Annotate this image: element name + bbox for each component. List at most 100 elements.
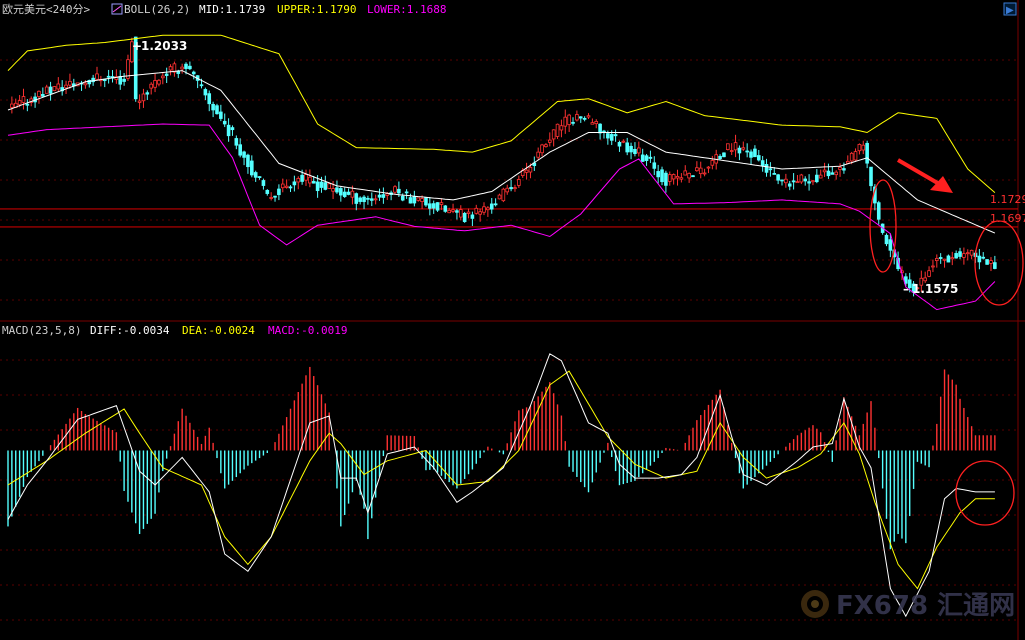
watermark-text: FX678 汇通网 [836,591,1015,621]
candle-body [319,181,324,188]
candle-body [640,154,645,162]
forex-chart: + 1.2033 – 1.1575 1.1729 1.1697 ▶ 欧元美元<2… [0,0,1025,640]
candle-body [513,187,517,190]
candle-body [675,176,680,179]
candle-body [160,75,165,79]
candle-body [795,181,800,184]
candle-body [408,197,413,204]
candle-body [199,84,204,87]
candle-body [354,193,359,204]
candle-body [102,79,107,82]
candle-body [118,76,123,85]
candle-body [969,249,974,256]
candle-body [327,183,332,189]
candle-body [21,96,26,103]
candle-body [141,93,146,102]
candle-body [10,103,14,108]
candle-body [818,174,823,179]
candle-body [594,121,599,125]
candle-body [726,143,730,150]
candle-body [679,177,684,180]
candle-body [369,198,374,201]
candle-body [311,181,316,184]
candle-body [575,114,579,121]
candle-body [578,116,583,119]
candle-body [261,180,266,186]
candle-body [935,258,939,262]
candle-body [505,187,510,193]
candle-body [323,182,328,190]
boll-upper-line [7,34,996,193]
candle-body [842,168,846,171]
level1-label: 1.1729 [990,193,1025,206]
candle-body [331,188,335,192]
candle-body [993,262,997,269]
candle-body [830,172,835,175]
candle-body [807,181,811,184]
candle-body [644,155,649,161]
candle-body [528,166,533,173]
candle-body [931,265,935,268]
candle-body [981,256,986,259]
scroll-right-icon[interactable]: ▶ [1003,2,1017,16]
candle-body [222,120,227,125]
candle-body [335,187,339,193]
candle-body [56,83,61,90]
candle-body [397,188,401,194]
low-label: 1.1575 [912,282,958,296]
candle-body [462,212,467,223]
candle-body [296,178,301,183]
candle-body [946,255,951,263]
candle-body [207,93,212,105]
candle-body [474,207,479,214]
boll-upper-value: UPPER:1.1790 [277,3,356,16]
candle-body [451,209,455,212]
candle-body [420,198,424,203]
candle-body [729,150,734,152]
candle-body [342,191,347,197]
candle-body [544,144,548,148]
candle-body [718,155,722,159]
candle-body [497,194,502,200]
candle-body [373,198,378,201]
candle-body [226,124,231,137]
candle-body [180,66,184,70]
boll-mid-value: MID:1.1739 [199,3,265,16]
candle-body [292,181,297,186]
macd-label: MACD(23,5,8) [2,324,81,337]
candle-body [664,172,668,186]
candle-body [455,210,459,213]
macd-diff-value: DIFF:-0.0034 [90,324,170,337]
candle-body [548,139,552,143]
candle-body [269,197,273,199]
candles [10,36,997,297]
macd-diff-line [7,353,995,618]
candle-body [17,100,22,106]
candle-body [211,103,215,111]
candle-body [339,188,343,196]
candle-body [861,144,866,151]
candle-body [250,160,254,176]
candle-body [822,169,827,173]
candle-body [571,121,575,124]
candle-body [876,202,881,220]
candle-body [385,193,390,196]
candle-body [617,142,622,147]
candle-body [621,140,626,143]
boll-label: BOLL(26,2) [124,3,190,16]
candle-body [164,73,169,76]
candle-body [184,63,188,69]
candle-body [563,116,568,127]
candle-body [884,234,889,245]
candle-body [803,178,808,182]
candle-body [768,168,773,171]
candle-body [41,93,45,97]
candle-body [137,100,142,103]
candle-body [799,174,804,183]
candle-body [168,66,173,71]
macd-macd-value: MACD:-0.0019 [268,324,347,337]
candle-body [780,179,784,182]
low-marker: – [903,282,909,296]
candle-body [691,175,695,178]
candle-body [400,195,405,201]
